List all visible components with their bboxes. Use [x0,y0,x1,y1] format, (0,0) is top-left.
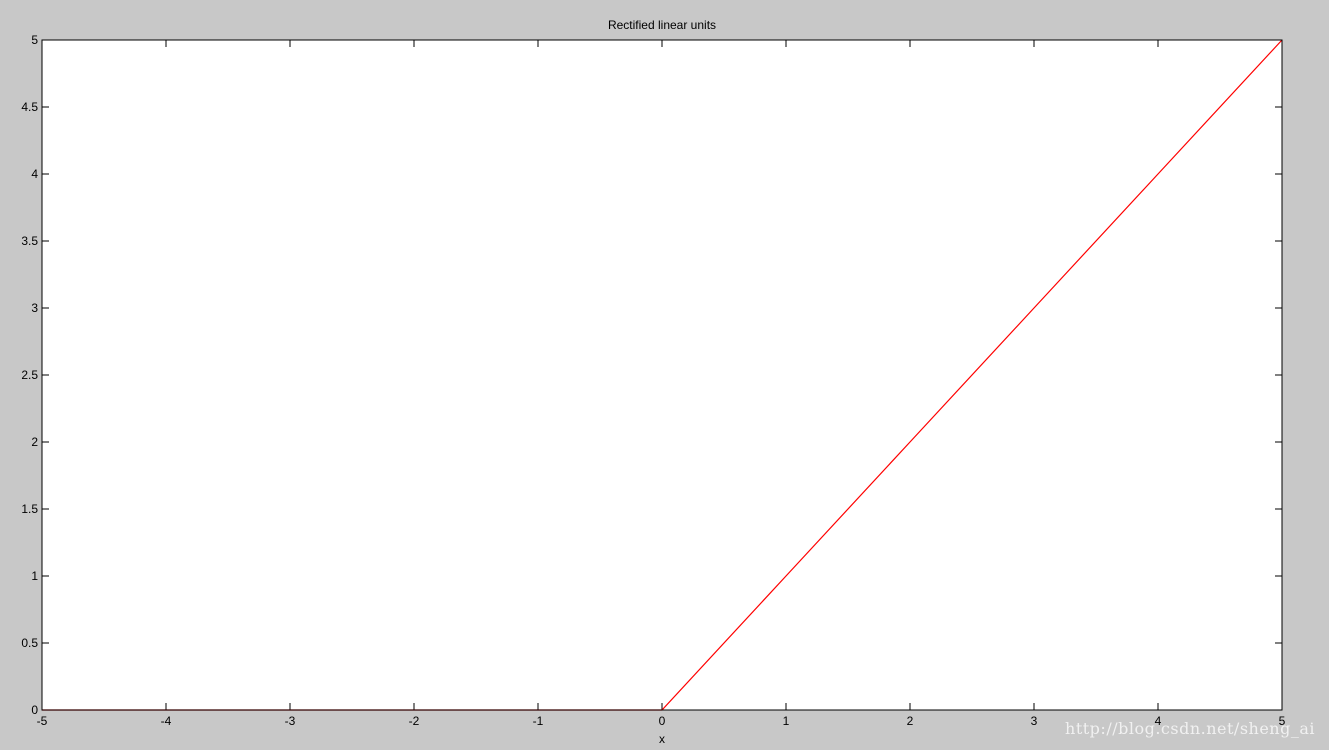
chart-canvas: -5 -4 -3 -2 -1 0 1 2 3 4 5 0 0.5 1 1.5 2 2.5 3 3.5 4 4.5 5 R… [21,18,1285,746]
y-tick-label: 0 [31,703,38,717]
chart-title: Rectified linear units [608,18,716,32]
y-tick-label: 4.5 [21,100,38,114]
y-tick-label: 2.5 [21,368,38,382]
x-tick-label: 3 [1031,714,1038,728]
x-tick-label: -5 [37,714,48,728]
x-axis-label: x [659,732,665,746]
x-tick-label: -4 [161,714,172,728]
y-tick-label: 1.5 [21,502,38,516]
y-tick-label: 4 [31,167,38,181]
y-tick-label: 5 [31,33,38,47]
x-tick-label: -1 [533,714,544,728]
y-tick-labels: 0 0.5 1 1.5 2 2.5 3 3.5 4 4.5 5 [21,33,38,717]
x-tick-label: -3 [285,714,296,728]
y-tick-label: 1 [31,569,38,583]
y-tick-label: 3 [31,301,38,315]
x-tick-label: -2 [409,714,420,728]
y-tick-label: 2 [31,435,38,449]
x-tick-label: 1 [783,714,790,728]
x-tick-label: 2 [907,714,914,728]
y-tick-label: 3.5 [21,234,38,248]
watermark: http://blog.csdn.net/sheng_ai [1065,719,1315,738]
plot-area [42,40,1282,710]
x-tick-label: 0 [659,714,666,728]
y-tick-label: 0.5 [21,636,38,650]
